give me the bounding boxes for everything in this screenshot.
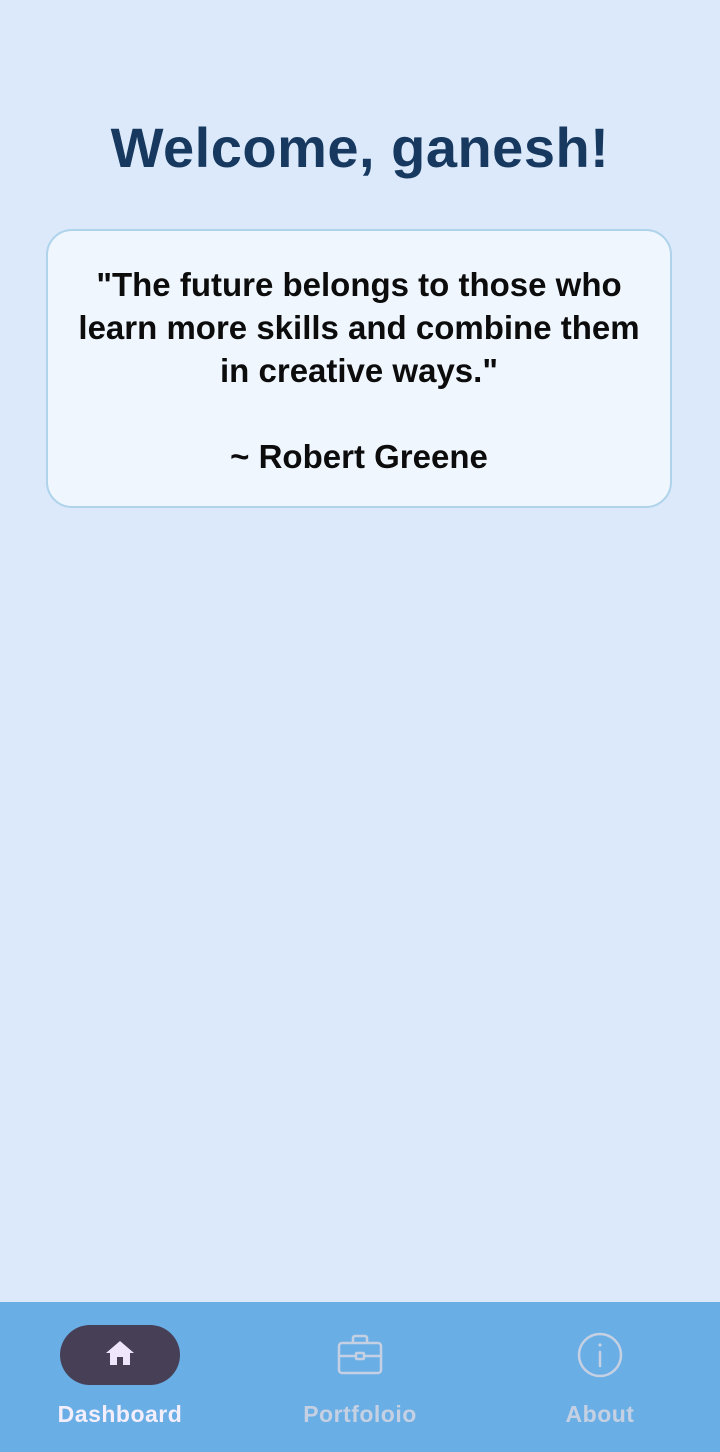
welcome-title: Welcome, ganesh! bbox=[110, 116, 610, 179]
nav-item-about[interactable]: About bbox=[480, 1302, 720, 1452]
nav-item-dashboard[interactable]: Dashboard bbox=[0, 1302, 240, 1452]
nav-label-dashboard: Dashboard bbox=[57, 1401, 183, 1427]
nav-label-about: About bbox=[565, 1401, 635, 1427]
nav-item-portfolio[interactable]: Portfoloio bbox=[240, 1302, 480, 1452]
dashboard-screen: Welcome, ganesh! "The future belongs to … bbox=[0, 0, 720, 1452]
nav-label-portfolio: Portfoloio bbox=[303, 1401, 417, 1427]
quote-text: "The future belongs to those who learn m… bbox=[78, 266, 640, 389]
bottom-navigation-bar: Dashboard Portfoloio About bbox=[0, 1302, 720, 1452]
quote-author: ~ Robert Greene bbox=[230, 438, 488, 475]
briefcase-icon bbox=[337, 1334, 383, 1375]
home-icon bbox=[106, 1341, 134, 1365]
info-icon bbox=[577, 1332, 623, 1378]
quote-card: "The future belongs to those who learn m… bbox=[46, 229, 672, 508]
